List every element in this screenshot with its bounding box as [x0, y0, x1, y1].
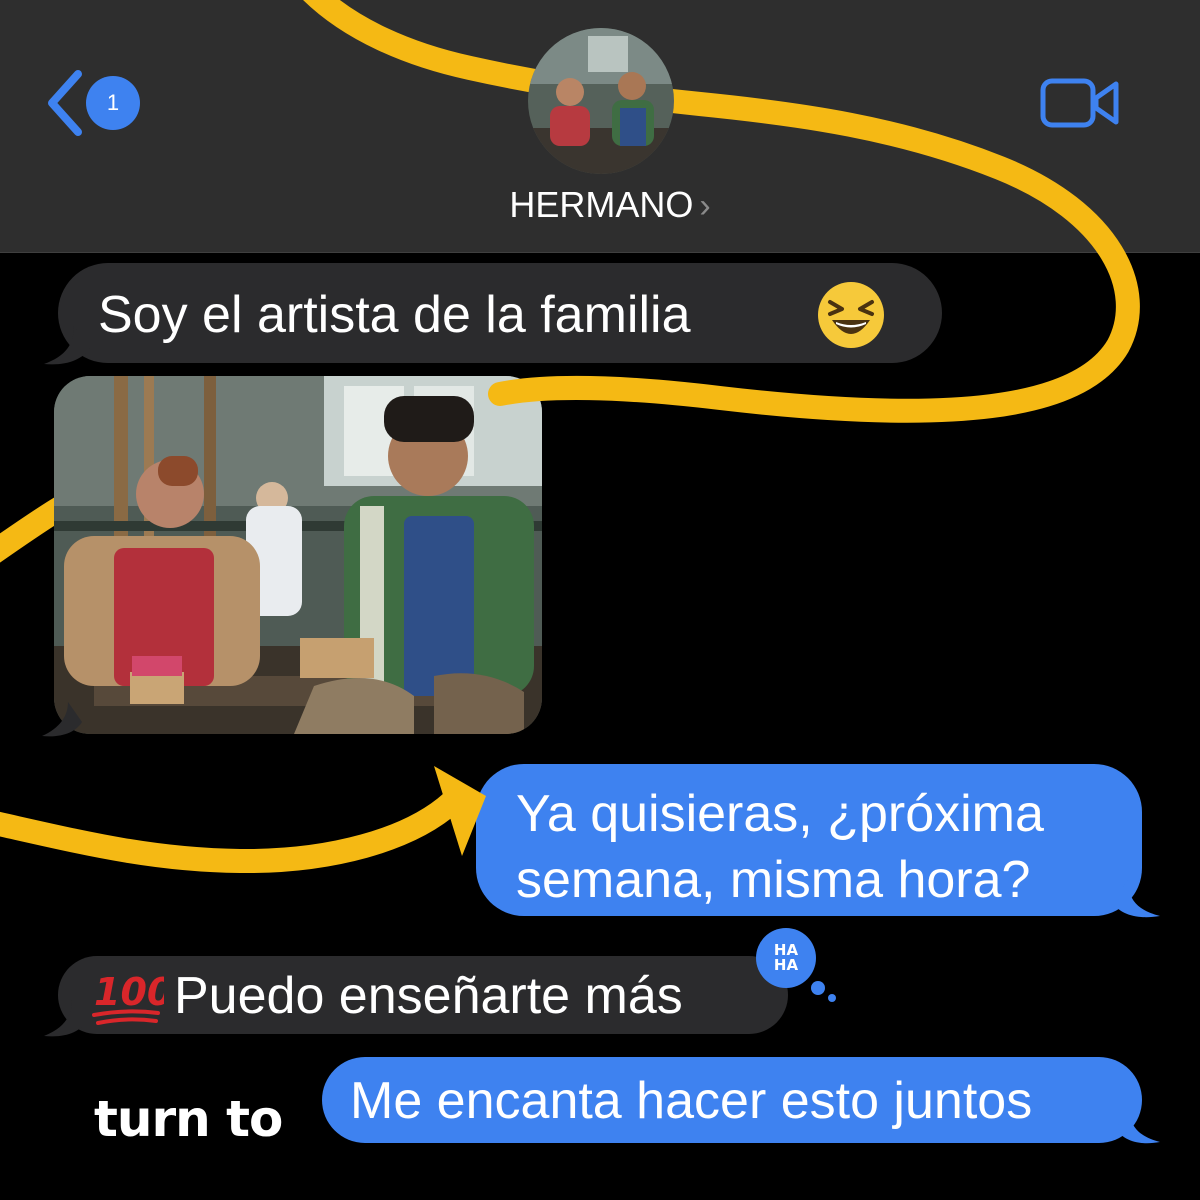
bubble-tail	[44, 326, 90, 365]
chevron-left-icon	[48, 70, 82, 136]
contact-name: HERMANO	[509, 184, 694, 225]
message-text: Puedo enseñarte más	[174, 967, 683, 1025]
svg-text:100: 100	[94, 970, 164, 1014]
bubble-tail	[42, 702, 82, 737]
message-bubble-sent[interactable]: Me encanta hacer esto juntos	[322, 1057, 1142, 1143]
tapback-text: HA	[773, 956, 799, 974]
haha-tapback-reaction[interactable]: HA HA	[756, 928, 816, 988]
message-text-line: semana, misma hora?	[516, 851, 1031, 909]
turn-to-logo: turn to	[94, 1090, 283, 1148]
avatar-photo	[528, 28, 674, 174]
video-camera-icon	[1040, 78, 1119, 128]
bubble-tail	[44, 1000, 88, 1037]
laughing-face-emoji	[818, 282, 884, 348]
message-photo[interactable]	[54, 376, 542, 734]
hundred-points-emoji: 100	[92, 970, 164, 1025]
message-text: Soy el artista de la familia	[98, 286, 691, 344]
bubble-tail	[1112, 880, 1160, 918]
message-text-line: Ya quisieras, ¿próxima	[516, 785, 1044, 843]
bubble-tail	[1116, 1110, 1160, 1144]
tapback-text: HA	[773, 941, 799, 959]
message-text: Me encanta hacer esto juntos	[350, 1072, 1033, 1130]
message-bubble-received[interactable]: Soy el artista de la familia	[58, 263, 942, 363]
contact-avatar[interactable]	[528, 28, 674, 174]
workshop-photo	[54, 376, 542, 734]
contact-name-button[interactable]: HERMANO ›	[400, 184, 820, 226]
message-bubble-sent[interactable]: Ya quisieras, ¿próxima semana, misma hor…	[476, 764, 1142, 916]
unread-badge: 1	[86, 76, 140, 130]
back-button[interactable]: 1	[46, 70, 146, 136]
video-call-button[interactable]	[1040, 78, 1120, 128]
message-bubble-received[interactable]: Puedo enseñarte más	[58, 956, 788, 1034]
tapback-tail-dots	[811, 981, 836, 1002]
chevron-right-icon: ›	[699, 187, 711, 225]
